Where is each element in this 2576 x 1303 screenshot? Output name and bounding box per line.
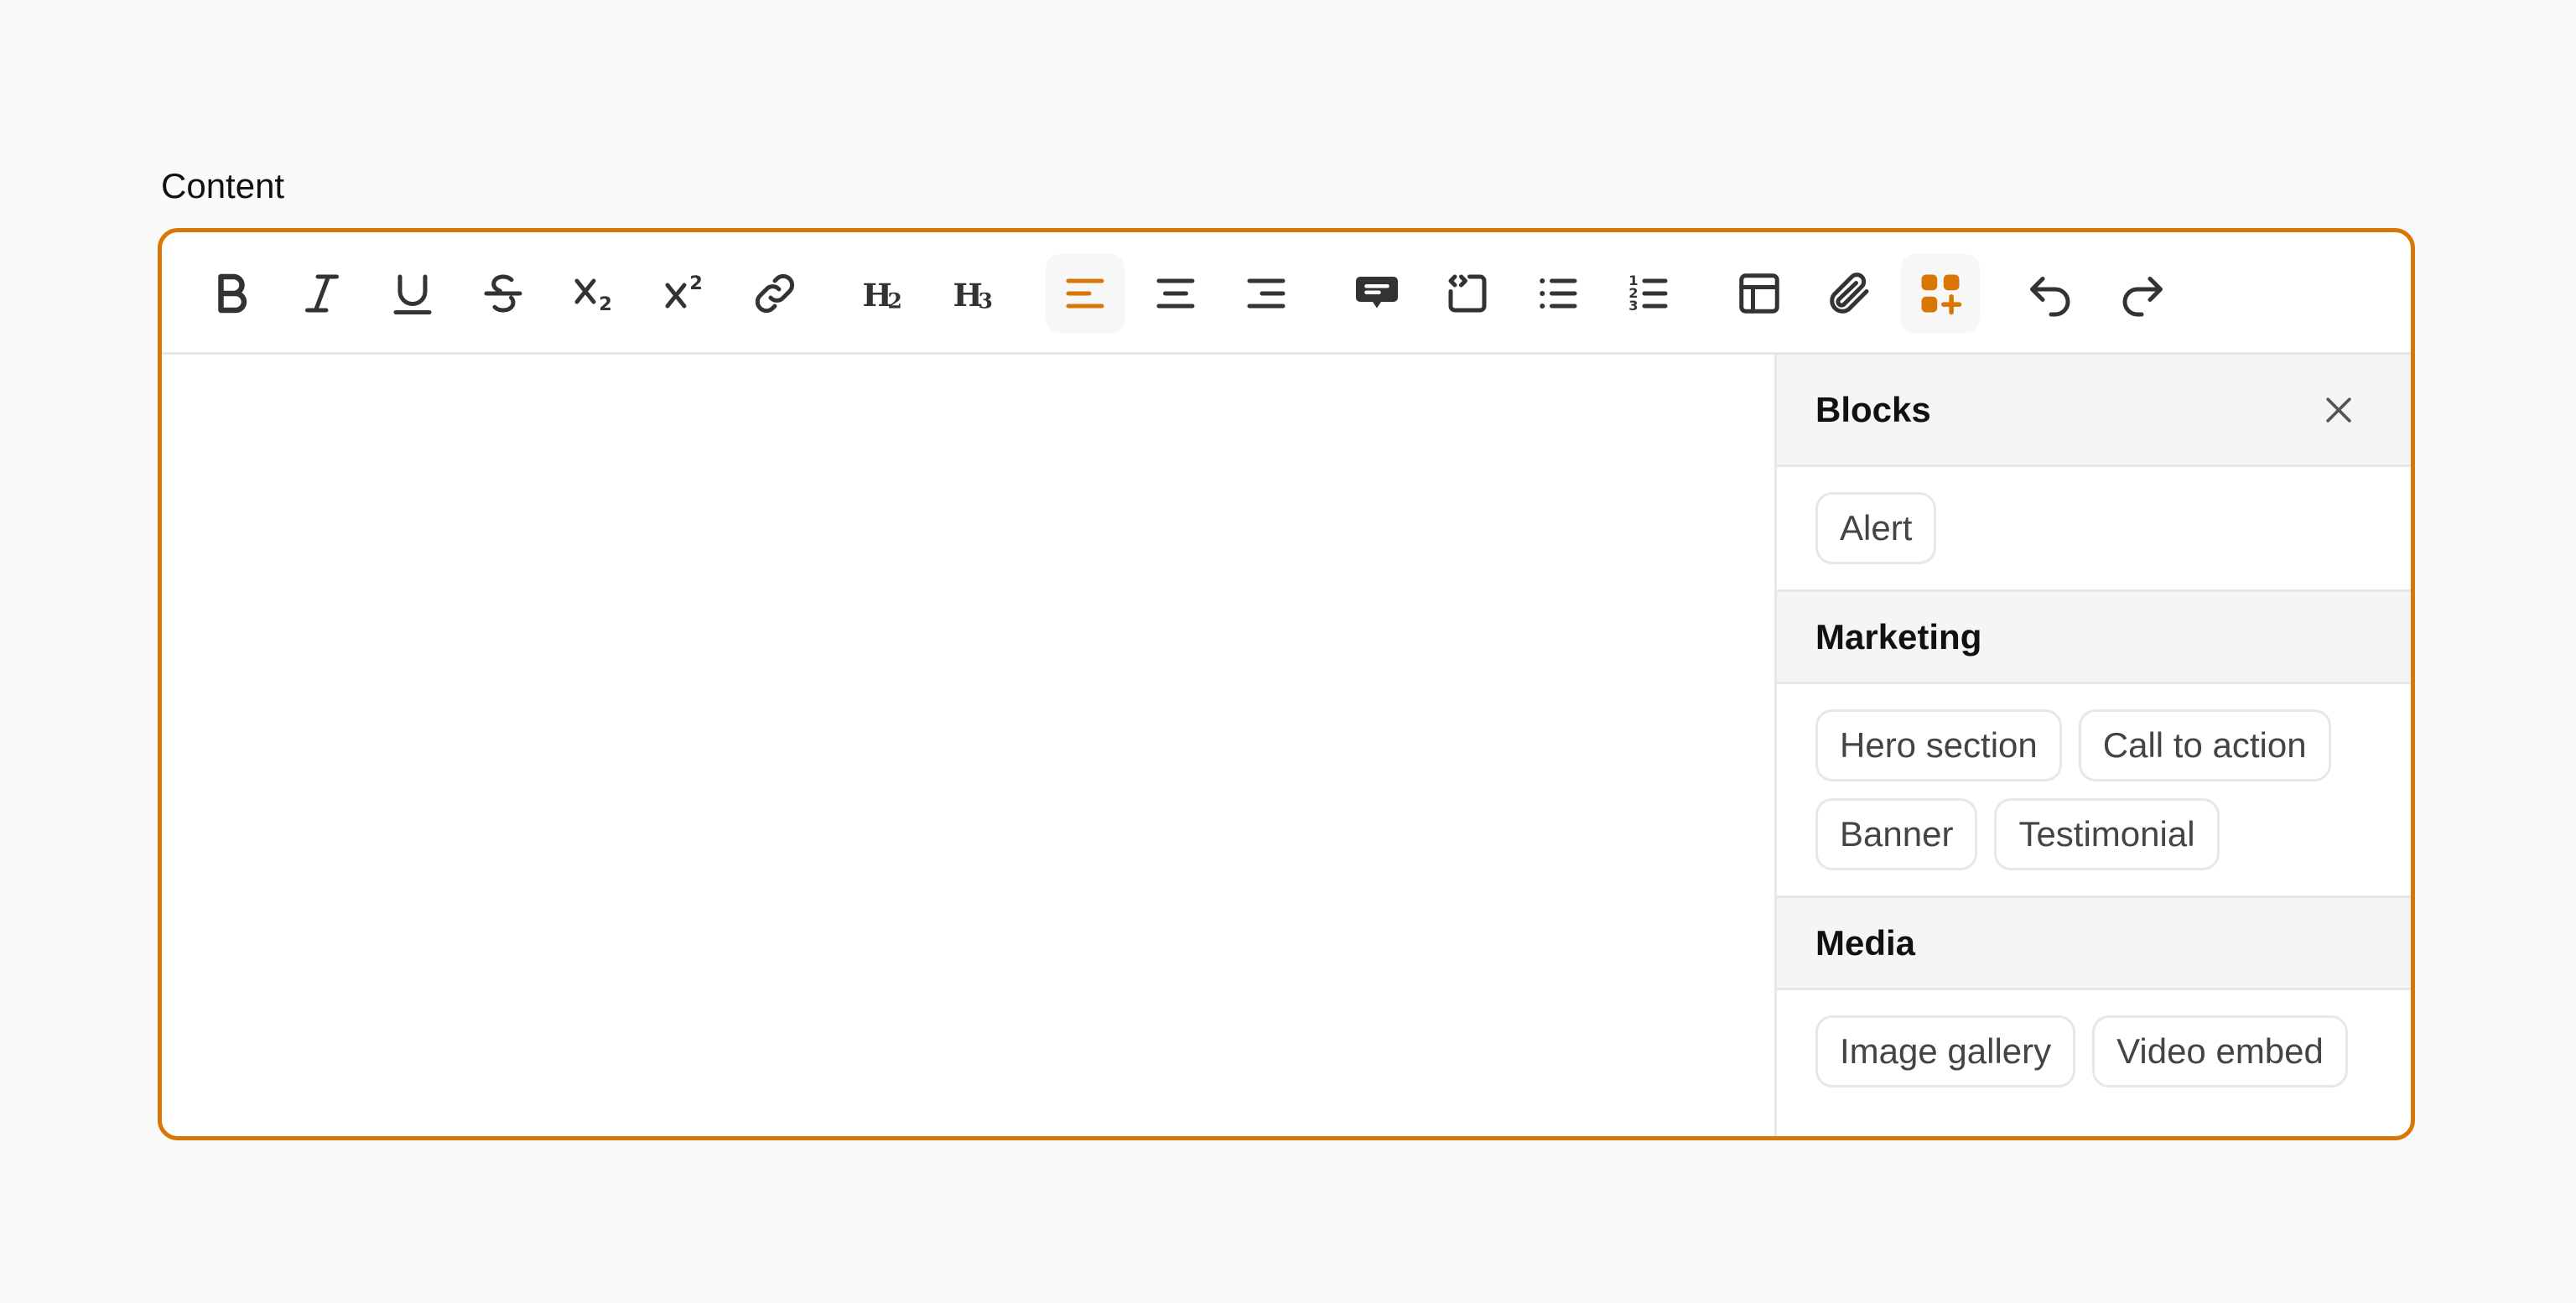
underline-button[interactable] — [373, 254, 452, 333]
block-chip-banner[interactable]: Banner — [1815, 798, 1978, 870]
redo-button[interactable] — [2102, 254, 2181, 333]
strikethrough-button[interactable] — [464, 254, 543, 333]
attach-button[interactable] — [1810, 254, 1889, 333]
svg-text:3: 3 — [979, 289, 993, 314]
blocks-group-media: Image gallery Video embed — [1777, 990, 2411, 1113]
editor-toolbar: 2 2 H 2 H 3 1 2 3 — [162, 232, 2411, 355]
block-chip-call-to-action[interactable]: Call to action — [2078, 709, 2331, 781]
rich-text-editor: 2 2 H 2 H 3 1 2 3 Blocks Alert Marketing… — [158, 228, 2415, 1140]
align-center-icon — [1156, 278, 1195, 309]
svg-text:2: 2 — [599, 293, 612, 315]
bold-icon — [218, 273, 247, 314]
table-button[interactable] — [1720, 254, 1799, 333]
blocks-group-general: Alert — [1777, 467, 2411, 592]
align-right-button[interactable] — [1227, 254, 1306, 333]
section-title-marketing: Marketing — [1815, 617, 1982, 657]
heading-3-button[interactable]: H 3 — [937, 254, 1015, 333]
italic-button[interactable] — [283, 254, 361, 333]
svg-text:2: 2 — [689, 273, 703, 294]
link-button[interactable] — [735, 254, 814, 333]
close-panel-button[interactable] — [2314, 385, 2364, 435]
field-label: Content — [161, 166, 285, 205]
block-chip-alert[interactable]: Alert — [1815, 492, 1937, 564]
block-chip-testimonial[interactable]: Testimonial — [1994, 798, 2220, 870]
blocks-section-marketing: Marketing — [1777, 592, 2411, 684]
bold-button[interactable] — [192, 254, 271, 333]
italic-icon — [305, 274, 339, 313]
add-block-button[interactable] — [1901, 254, 1980, 333]
blocks-panel-title: Blocks — [1815, 390, 1931, 429]
block-chip-video-embed[interactable]: Video embed — [2092, 1015, 2348, 1088]
underline-icon — [393, 274, 432, 314]
page: Content 2 2 H 2 H 3 1 2 3 Blocks Alert M… — [0, 0, 2576, 1303]
heading-2-button[interactable]: H 2 — [846, 254, 925, 333]
svg-text:2: 2 — [888, 289, 902, 314]
align-left-button[interactable] — [1046, 254, 1124, 333]
align-center-button[interactable] — [1136, 254, 1215, 333]
code-block-button[interactable] — [1428, 254, 1507, 333]
subscript-button[interactable]: 2 — [554, 254, 633, 333]
superscript-icon: 2 — [665, 273, 703, 309]
quote-button[interactable] — [1337, 254, 1416, 333]
bullet-list-icon — [1540, 278, 1577, 309]
superscript-button[interactable]: 2 — [645, 254, 724, 333]
undo-icon — [2030, 277, 2070, 317]
link-icon — [755, 273, 795, 314]
heading-3-icon: H 3 — [953, 277, 993, 314]
align-right-icon — [1247, 278, 1285, 309]
subscript-icon: 2 — [574, 278, 612, 315]
svg-text:3: 3 — [1628, 298, 1638, 314]
blocks-group-marketing: Hero section Call to action Banner Testi… — [1777, 684, 2411, 898]
table-icon — [1739, 273, 1779, 314]
blocks-panel: Blocks Alert Marketing Hero section Call… — [1774, 355, 2411, 1136]
add-block-icon — [1921, 274, 1962, 315]
ordered-list-icon: 1 2 3 — [1628, 273, 1668, 314]
strikethrough-icon — [484, 274, 522, 313]
code-block-icon — [1448, 274, 1487, 313]
redo-icon — [2122, 277, 2163, 317]
attach-icon — [1830, 273, 1869, 314]
ordered-list-button[interactable]: 1 2 3 — [1609, 254, 1688, 333]
editor-content-area[interactable] — [162, 355, 1774, 1136]
undo-button[interactable] — [2012, 254, 2090, 333]
blocks-panel-header: Blocks — [1777, 355, 2411, 467]
block-chip-hero-section[interactable]: Hero section — [1815, 709, 2062, 781]
section-title-media: Media — [1815, 923, 1916, 963]
close-icon — [2326, 397, 2351, 423]
bullet-list-button[interactable] — [1519, 254, 1597, 333]
block-chip-image-gallery[interactable]: Image gallery — [1815, 1015, 2076, 1088]
quote-icon — [1356, 277, 1398, 309]
align-left-icon — [1066, 278, 1104, 309]
blocks-section-media: Media — [1777, 898, 2411, 990]
heading-2-icon: H 2 — [863, 277, 902, 314]
